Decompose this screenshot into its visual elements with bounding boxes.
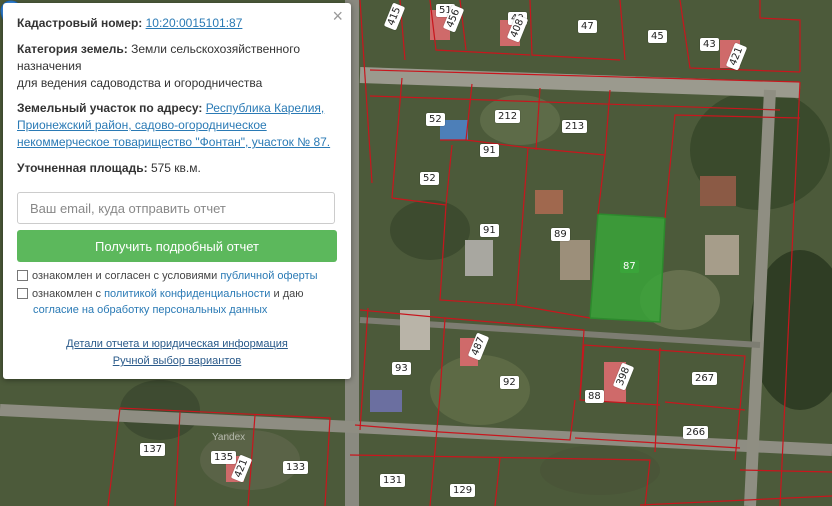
offer-checkbox[interactable] [17, 270, 28, 281]
privacy-policy-link[interactable]: политикой конфиденциальности [104, 288, 270, 300]
land-category-label: Категория земель: [17, 42, 128, 56]
email-input[interactable] [17, 192, 335, 224]
cadastral-number-row: Кадастровый номер: 10:20:0015101:87 [17, 15, 337, 32]
plot-label-88[interactable]: 88 [585, 390, 604, 403]
parcel-info-panel: × Кадастровый номер: 10:20:0015101:87 Ка… [3, 3, 351, 379]
cadastral-number-link[interactable]: 10:20:0015101:87 [146, 16, 243, 30]
cadastral-number-label: Кадастровый номер: [17, 16, 143, 30]
offer-agreement-text: ознакомлен и согласен с условиями [32, 270, 218, 282]
plot-label-137[interactable]: 137 [140, 443, 166, 456]
offer-agreement-row: ознакомлен и согласен с условиями публич… [17, 268, 318, 284]
plot-label-45[interactable]: 45 [648, 30, 667, 43]
report-details-link[interactable]: Детали отчета и юридическая информация [3, 338, 351, 350]
plot-label-266[interactable]: 266 [683, 426, 709, 439]
area-label: Уточненная площадь: [17, 161, 148, 175]
privacy-agreement-row: ознакомлен с политикой конфиденциальност… [17, 286, 342, 318]
land-category-row: Категория земель: Земли сельскохозяйстве… [17, 41, 337, 92]
plot-label-212[interactable]: 212 [495, 110, 521, 123]
plot-label-129[interactable]: 129 [450, 484, 476, 497]
get-report-button[interactable]: Получить подробный отчет [17, 230, 337, 262]
privacy-agreement-text: ознакомлен с [32, 288, 102, 300]
privacy-checkbox[interactable] [17, 288, 28, 299]
land-use-value: для ведения садоводства и огородничества [17, 76, 263, 90]
area-row: Уточненная площадь: 575 кв.м. [17, 160, 337, 177]
plot-label-133[interactable]: 133 [283, 461, 309, 474]
plot-label-52-top[interactable]: 52 [426, 113, 445, 126]
public-offer-link[interactable]: публичной оферты [220, 270, 317, 282]
plot-label-91-top[interactable]: 91 [480, 144, 499, 157]
plot-label-267[interactable]: 267 [692, 372, 718, 385]
address-label: Земельный участок по адресу: [17, 101, 203, 115]
plot-label-135[interactable]: 135 [211, 451, 237, 464]
map-watermark: Yandex [212, 432, 246, 443]
plot-label-91[interactable]: 91 [480, 224, 499, 237]
manual-selection-link[interactable]: Ручной выбор вариантов [3, 355, 351, 367]
plot-label-131[interactable]: 131 [380, 474, 406, 487]
plot-label-213[interactable]: 213 [562, 120, 588, 133]
plot-label-47[interactable]: 47 [578, 20, 597, 33]
plot-label-87[interactable]: 87 [620, 260, 639, 273]
privacy-agreement-tail: и даю [273, 288, 304, 300]
area-value: 575 кв.м. [150, 161, 201, 175]
plot-label-52[interactable]: 52 [420, 172, 439, 185]
personal-data-consent-link[interactable]: согласие на обработку персональных данны… [17, 304, 267, 316]
plot-label-43[interactable]: 43 [700, 38, 719, 51]
address-row: Земельный участок по адресу: Республика … [17, 100, 337, 151]
plot-label-93[interactable]: 93 [392, 362, 411, 375]
plot-label-92[interactable]: 92 [500, 376, 519, 389]
plot-label-89[interactable]: 89 [551, 228, 570, 241]
